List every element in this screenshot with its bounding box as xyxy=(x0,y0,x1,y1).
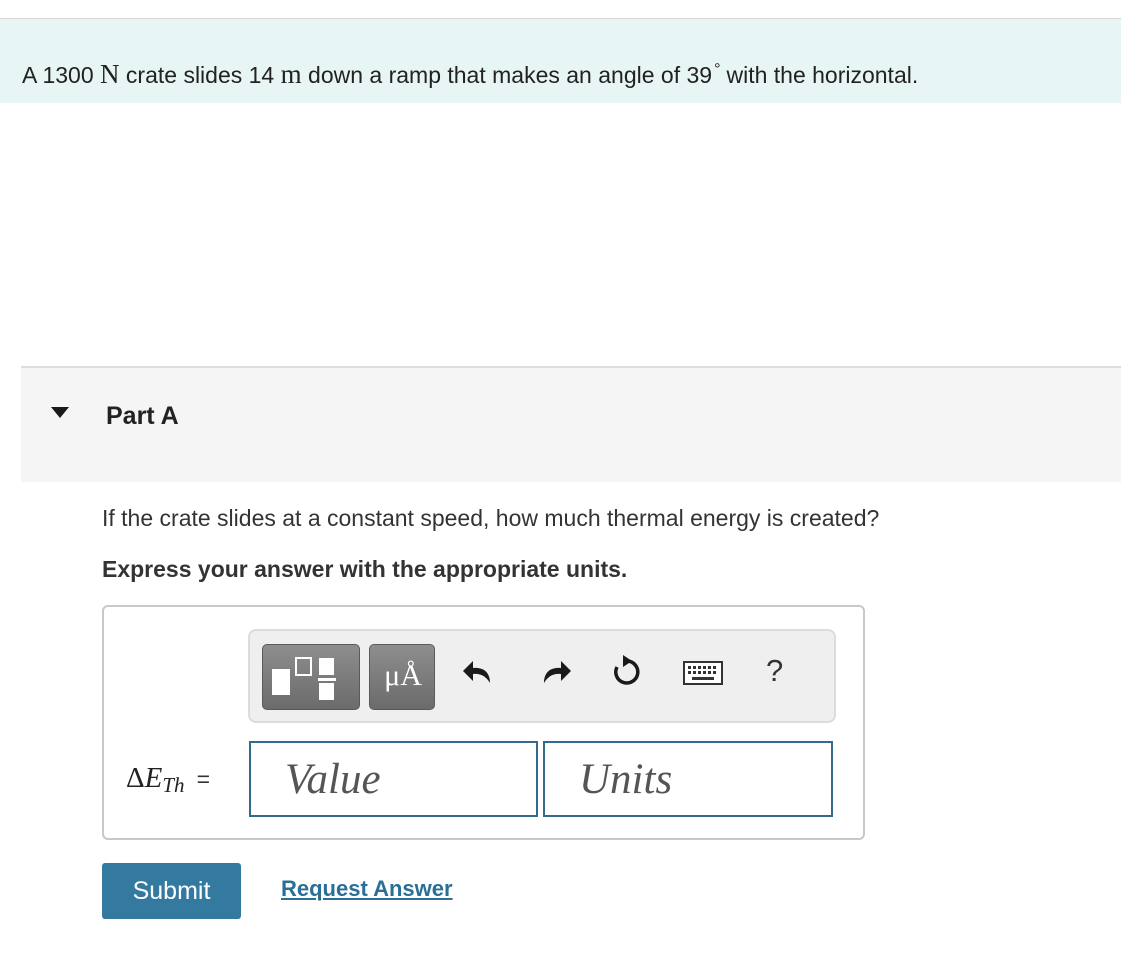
problem-force-unit: N xyxy=(100,59,120,89)
degree-symbol: ° xyxy=(714,61,721,78)
request-answer-link[interactable]: Request Answer xyxy=(281,876,453,902)
energy-symbol: E xyxy=(144,762,163,794)
undo-icon[interactable] xyxy=(462,657,494,687)
question-text: If the crate slides at a constant speed,… xyxy=(102,505,880,531)
part-title: Part A xyxy=(106,402,179,430)
redo-icon[interactable] xyxy=(540,657,572,687)
equals-sign: = xyxy=(196,766,210,792)
units-input[interactable]: Units xyxy=(543,741,833,817)
submit-button[interactable]: Submit xyxy=(102,863,241,919)
problem-statement: A 1300 N crate slides 14 m down a ramp t… xyxy=(0,19,1121,103)
units-button[interactable]: μÅ xyxy=(369,644,435,710)
problem-text: A 1300 N crate slides 14 m down a ramp t… xyxy=(22,61,918,88)
answer-variable-label: ΔETh = xyxy=(126,762,210,798)
collapse-triangle-icon[interactable] xyxy=(51,407,69,418)
reset-icon[interactable] xyxy=(610,655,644,689)
delta-symbol: Δ xyxy=(126,762,145,794)
keyboard-icon[interactable] xyxy=(683,661,723,685)
templates-icon xyxy=(272,657,336,700)
help-icon[interactable]: ? xyxy=(766,653,783,689)
part-a-header[interactable]: Part A xyxy=(21,366,1121,482)
problem-distance-value: crate slides 14 xyxy=(125,62,275,88)
units-icon: μÅ xyxy=(384,659,422,692)
problem-force-value: A 1300 xyxy=(22,62,94,88)
problem-angle-text: down a ramp that makes an angle of 39 xyxy=(308,62,713,88)
instruction-text: Express your answer with the appropriate… xyxy=(102,556,628,582)
math-toolbar: μÅ ? xyxy=(248,629,836,723)
problem-distance-unit: m xyxy=(280,59,302,89)
answer-box: μÅ ? ΔETh = Value Units xyxy=(102,605,865,840)
value-input[interactable]: Value xyxy=(249,741,538,817)
thermal-subscript: Th xyxy=(162,773,185,797)
problem-tail-text: with the horizontal. xyxy=(726,62,919,88)
templates-button[interactable] xyxy=(262,644,360,710)
